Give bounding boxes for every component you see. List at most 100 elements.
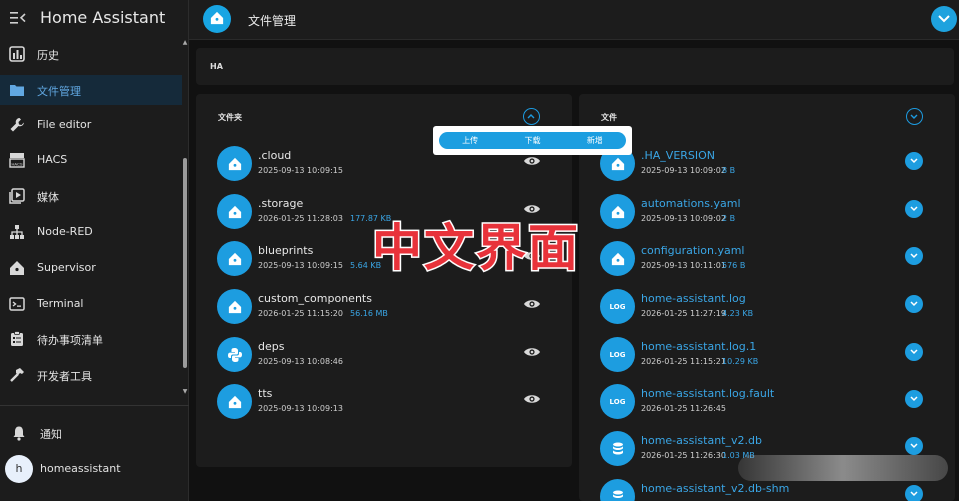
folder-name[interactable]: .cloud bbox=[258, 149, 291, 162]
notifications-label: 通知 bbox=[40, 428, 62, 441]
sidebar-item-file-editor[interactable]: File editor bbox=[0, 110, 182, 140]
file-row-home-assistant-log-1[interactable]: LOG home-assistant.log.1 2026-01-25 11:1… bbox=[579, 337, 955, 377]
file-actions-button[interactable] bbox=[905, 437, 923, 455]
menu-collapse-icon[interactable] bbox=[10, 11, 26, 25]
file-actions-button[interactable] bbox=[905, 485, 923, 501]
file-row-ha-version[interactable]: .HA_VERSION 2025-09-13 10:09:02 8 B bbox=[579, 146, 955, 186]
folder-date: 2025-09-13 10:09:15 bbox=[258, 166, 343, 175]
folder-name[interactable]: tts bbox=[258, 387, 272, 400]
file-actions-button[interactable] bbox=[905, 390, 923, 408]
collapse-folders-button[interactable] bbox=[523, 108, 540, 125]
home-assistant-logo bbox=[203, 5, 231, 33]
wrench-icon bbox=[10, 118, 24, 132]
watermark bbox=[738, 455, 948, 481]
hacs-icon: HACS bbox=[9, 153, 25, 168]
overlay-caption: 中文界面 bbox=[371, 218, 580, 279]
eye-icon[interactable] bbox=[523, 345, 541, 359]
sidebar-item-terminal[interactable]: Terminal bbox=[0, 289, 182, 319]
scroll-up-icon[interactable]: ▲ bbox=[182, 40, 188, 46]
chevron-down-icon bbox=[910, 158, 918, 164]
chevron-down-icon bbox=[910, 253, 918, 259]
log-icon: LOG bbox=[600, 384, 635, 419]
folder-row-custom-components[interactable]: custom_components 2026-01-25 11:15:20 56… bbox=[196, 289, 572, 329]
sidebar-item-label: File editor bbox=[37, 118, 92, 131]
file-date: 2026-01-25 11:27:19 bbox=[641, 309, 726, 318]
sidebar-item-label: 待办事项清单 bbox=[37, 334, 103, 347]
home-assistant-icon bbox=[10, 261, 24, 275]
file-name[interactable]: .HA_VERSION bbox=[641, 149, 715, 162]
sidebar-divider bbox=[0, 405, 189, 406]
folder-row-deps[interactable]: deps 2025-09-13 10:08:46 bbox=[196, 337, 572, 377]
file-row-configuration[interactable]: configuration.yaml 2025-09-13 10:11:01 5… bbox=[579, 241, 955, 281]
sitemap-icon bbox=[10, 225, 24, 239]
sidebar-item-file-manager[interactable]: 文件管理 bbox=[0, 75, 182, 105]
scroll-down-icon[interactable]: ▼ bbox=[182, 389, 188, 395]
folder-icon bbox=[10, 85, 24, 96]
file-name[interactable]: home-assistant_v2.db-shm bbox=[641, 482, 789, 495]
file-actions-button[interactable] bbox=[905, 200, 923, 218]
scrollbar-thumb[interactable] bbox=[183, 158, 187, 368]
chevron-down-icon bbox=[910, 349, 918, 355]
svg-text:HACS: HACS bbox=[11, 162, 22, 167]
sidebar-item-hacs[interactable]: HACS HACS bbox=[0, 145, 182, 175]
file-actions-button[interactable] bbox=[905, 247, 923, 265]
sidebar-item-media[interactable]: 媒体 bbox=[0, 181, 182, 211]
file-date: 2025-09-13 10:09:02 bbox=[641, 166, 726, 175]
folder-name[interactable]: .storage bbox=[258, 197, 303, 210]
play-box-icon bbox=[9, 188, 25, 204]
console-icon bbox=[9, 297, 25, 311]
sidebar-item-todo[interactable]: 待办事项清单 bbox=[0, 324, 182, 354]
file-size: 576 B bbox=[722, 261, 746, 270]
upload-button[interactable]: 上传 bbox=[462, 135, 478, 146]
expand-menu-button[interactable] bbox=[931, 6, 957, 32]
file-actions-button[interactable] bbox=[905, 152, 923, 170]
log-icon-label: LOG bbox=[609, 397, 626, 406]
folder-row-tts[interactable]: tts 2025-09-13 10:09:13 bbox=[196, 384, 572, 424]
log-icon: LOG bbox=[600, 289, 635, 324]
folder-name[interactable]: blueprints bbox=[258, 244, 313, 257]
sidebar-scrollbar[interactable]: ▲ ▼ bbox=[182, 40, 188, 395]
new-button[interactable]: 新增 bbox=[587, 135, 603, 146]
file-name[interactable]: home-assistant.log.1 bbox=[641, 340, 756, 353]
file-name[interactable]: home-assistant.log.fault bbox=[641, 387, 774, 400]
eye-icon[interactable] bbox=[523, 154, 541, 168]
user-name: homeassistant bbox=[40, 462, 121, 475]
eye-icon[interactable] bbox=[523, 297, 541, 311]
home-assistant-icon bbox=[217, 289, 252, 324]
sidebar-item-node-red[interactable]: Node-RED bbox=[0, 217, 182, 247]
file-actions-button[interactable] bbox=[905, 295, 923, 313]
sidebar-item-history[interactable]: 历史 bbox=[0, 39, 182, 69]
sidebar-item-profile[interactable]: h homeassistant bbox=[0, 453, 189, 485]
folder-name[interactable]: deps bbox=[258, 340, 284, 353]
file-date: 2025-09-13 10:11:01 bbox=[641, 261, 726, 270]
home-assistant-icon bbox=[217, 241, 252, 276]
file-row-home-assistant-v2-db-shm[interactable]: home-assistant_v2.db-shm bbox=[579, 479, 955, 501]
sidebar-item-supervisor[interactable]: Supervisor bbox=[0, 253, 182, 283]
home-assistant-icon bbox=[217, 194, 252, 229]
file-name[interactable]: automations.yaml bbox=[641, 197, 741, 210]
database-icon bbox=[600, 479, 635, 501]
sidebar-item-notifications[interactable]: 通知 bbox=[0, 420, 189, 446]
file-name[interactable]: configuration.yaml bbox=[641, 244, 745, 257]
file-name[interactable]: home-assistant_v2.db bbox=[641, 434, 762, 447]
file-actions-button[interactable] bbox=[905, 343, 923, 361]
file-row-automations[interactable]: automations.yaml 2025-09-13 10:09:02 2 B bbox=[579, 194, 955, 234]
path-bar: HA bbox=[196, 48, 954, 85]
app-root: Home Assistant 历史 文件管理 File editor HACS … bbox=[0, 0, 959, 501]
file-name[interactable]: home-assistant.log bbox=[641, 292, 746, 305]
file-row-home-assistant-log-fault[interactable]: LOG home-assistant.log.fault 2026-01-25 … bbox=[579, 384, 955, 424]
file-row-home-assistant-log[interactable]: LOG home-assistant.log 2026-01-25 11:27:… bbox=[579, 289, 955, 329]
chevron-down-icon bbox=[938, 15, 950, 23]
avatar[interactable]: h bbox=[5, 455, 33, 483]
sidebar-nav: 历史 文件管理 File editor HACS HACS 媒体 Node-RE… bbox=[0, 38, 182, 398]
download-button[interactable]: 下载 bbox=[524, 135, 540, 146]
sidebar-item-developer-tools[interactable]: 开发者工具 bbox=[0, 360, 182, 390]
top-bar: 文件管理 bbox=[189, 0, 959, 40]
sidebar-item-label: 媒体 bbox=[37, 191, 59, 204]
chart-icon bbox=[9, 46, 25, 62]
folder-name[interactable]: custom_components bbox=[258, 292, 372, 305]
folder-date: 2025-09-13 10:09:15 bbox=[258, 261, 343, 270]
chevron-down-icon bbox=[910, 114, 918, 119]
collapse-files-button[interactable] bbox=[906, 108, 923, 125]
eye-icon[interactable] bbox=[523, 392, 541, 406]
